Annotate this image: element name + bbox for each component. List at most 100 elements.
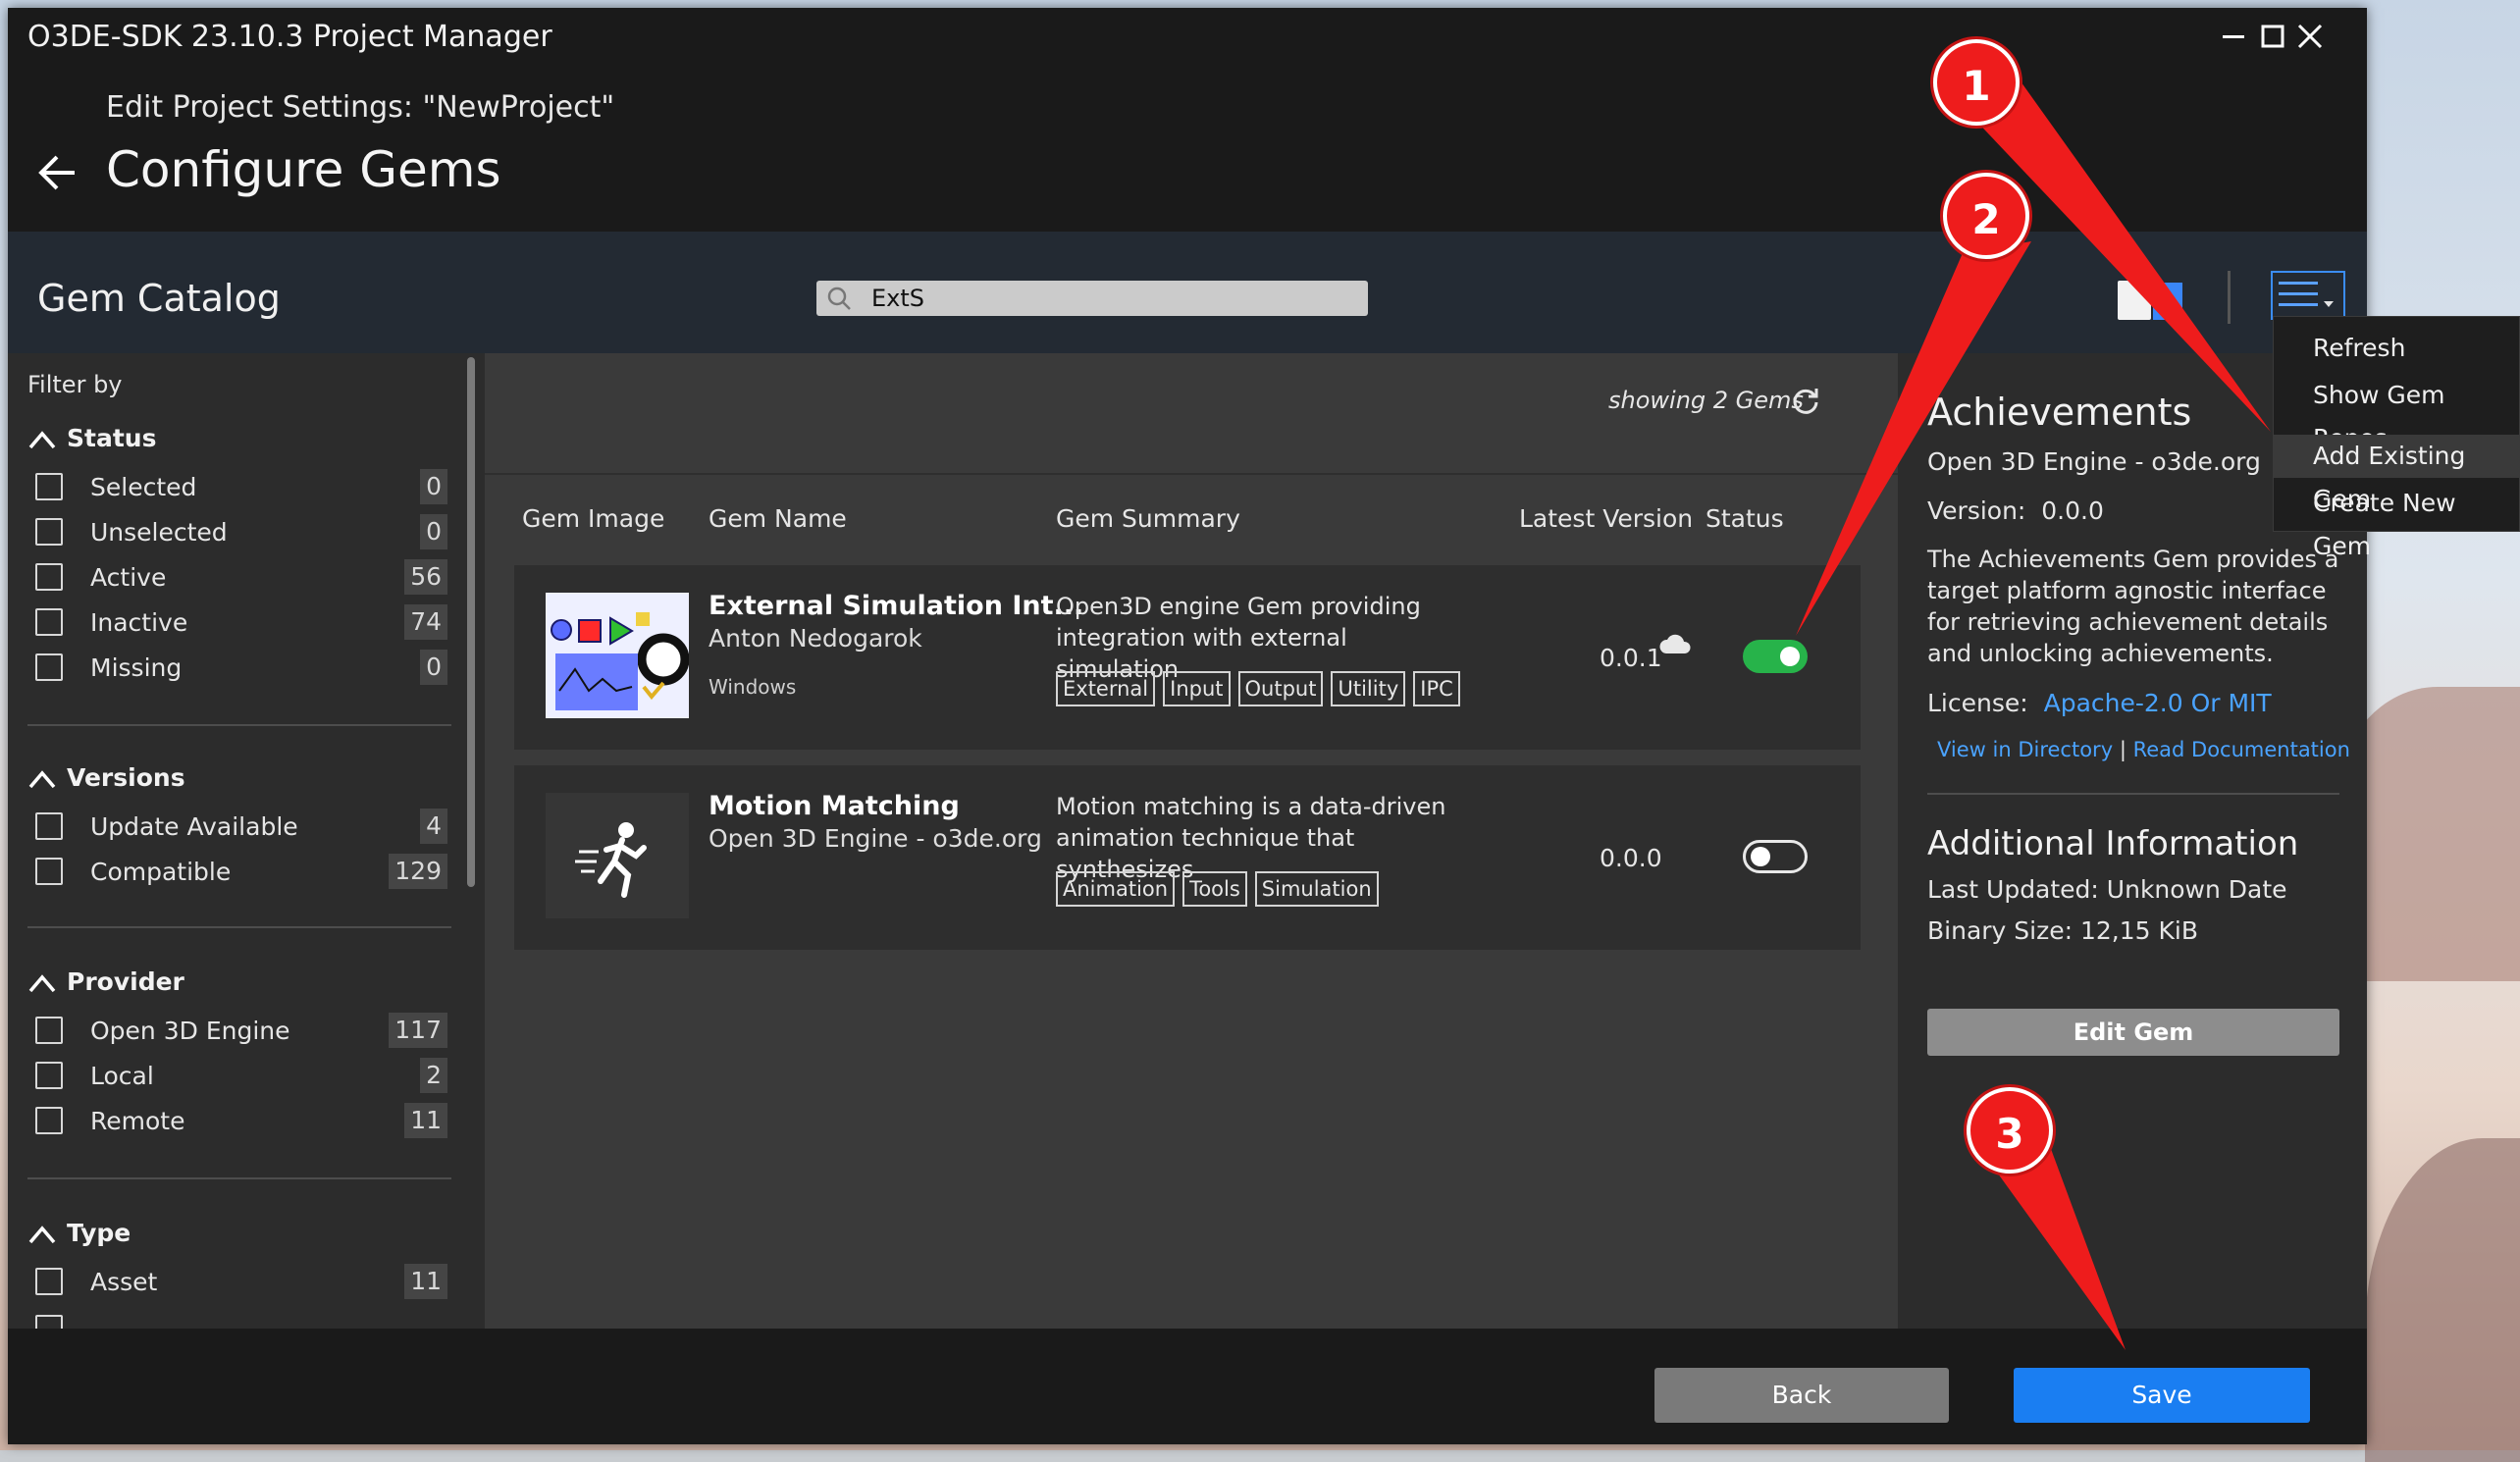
column-gem-summary: Gem Summary — [1056, 504, 1240, 533]
menu-item-refresh[interactable]: Refresh — [2274, 327, 2519, 370]
filter-inactive[interactable]: Inactive 74 — [35, 604, 447, 644]
gem-row-external-simulation[interactable]: External Simulation Int... Anton Nedogar… — [514, 565, 1861, 750]
menu-item-add-existing-gem[interactable]: Add Existing Gem — [2274, 435, 2519, 513]
checkbox[interactable] — [35, 1315, 63, 1329]
filter-divider — [27, 926, 451, 928]
inspector-license: License: Apache-2.0 Or MIT — [1927, 689, 2272, 717]
gem-version: 0.0.1 — [1600, 644, 1662, 672]
checkbox[interactable] — [35, 518, 63, 546]
list-divider — [485, 473, 1898, 475]
tag[interactable]: IPC — [1413, 671, 1460, 706]
annotation-marker-1: 1 — [1933, 39, 2020, 126]
versions-filter-header[interactable]: Versions — [27, 763, 185, 792]
cart-button[interactable]: 0 — [2118, 275, 2196, 324]
gem-enable-toggle[interactable] — [1743, 640, 1808, 673]
tag[interactable]: Output — [1237, 671, 1324, 706]
close-button[interactable] — [2283, 16, 2337, 57]
menu-item-show-gem-repos[interactable]: Show Gem Repos — [2274, 374, 2519, 452]
filter-update-available[interactable]: Update Available 4 — [35, 809, 447, 848]
gem-row-motion-matching[interactable]: Motion Matching Open 3D Engine - o3de.or… — [514, 765, 1861, 950]
gem-image — [546, 593, 690, 718]
gem-name: External Simulation Int... — [709, 591, 1084, 621]
gem-tags: Animation Tools Simulation — [1056, 871, 1379, 907]
filter-divider — [27, 1177, 451, 1179]
annotation-marker-2: 2 — [1943, 173, 2029, 259]
filter-open-3d-engine[interactable]: Open 3D Engine 117 — [35, 1013, 447, 1052]
edit-gem-button[interactable]: Edit Gem — [1927, 1009, 2339, 1056]
filter-row-partial[interactable] — [35, 1311, 447, 1329]
refresh-icon[interactable] — [1790, 385, 1821, 416]
chevron-up-icon — [28, 770, 56, 789]
search-input[interactable]: ExtS — [816, 281, 1368, 316]
inspector-links: View in Directory | Read Documentation — [1937, 738, 2350, 761]
checkbox[interactable] — [35, 563, 63, 591]
cart-count-badge: 0 — [2153, 283, 2182, 320]
filter-asset[interactable]: Asset 11 — [35, 1264, 447, 1303]
checkbox[interactable] — [35, 608, 63, 636]
gem-catalog-bar: Gem Catalog ExtS 0 — [8, 232, 2367, 353]
type-filter-header[interactable]: Type — [27, 1219, 131, 1247]
tag[interactable]: Input — [1163, 671, 1231, 706]
filter-missing[interactable]: Missing 0 — [35, 650, 447, 689]
footer-bar: Back Save — [8, 1329, 2367, 1444]
gem-image — [546, 793, 689, 918]
menu-item-create-new-gem[interactable]: Create New Gem — [2274, 482, 2519, 560]
count-badge: 0 — [420, 514, 447, 549]
tag[interactable]: Tools — [1182, 871, 1247, 907]
page-title: Configure Gems — [106, 141, 501, 198]
last-updated: Last Updated: Unknown Date — [1927, 875, 2287, 904]
inspector-description: The Achievements Gem provides a target p… — [1927, 546, 2339, 667]
checkbox[interactable] — [35, 473, 63, 500]
gem-platform: Windows — [709, 675, 797, 699]
filter-unselected[interactable]: Unselected 0 — [35, 514, 447, 553]
save-button[interactable]: Save — [2014, 1368, 2310, 1423]
filter-by-label: Filter by — [27, 371, 123, 398]
cart-icon — [2118, 281, 2151, 320]
read-documentation-link[interactable]: Read Documentation — [2133, 738, 2350, 761]
back-arrow-button[interactable] — [33, 145, 88, 200]
toggle-knob — [1751, 847, 1770, 866]
filter-local[interactable]: Local 2 — [35, 1058, 447, 1097]
count-badge: 56 — [404, 559, 447, 595]
provider-filter-header[interactable]: Provider — [27, 967, 184, 996]
status-filter-header[interactable]: Status — [27, 424, 156, 452]
back-button[interactable]: Back — [1654, 1368, 1949, 1423]
gem-list-panel: showing 2 Gems Gem Image Gem Name Gem Su… — [485, 353, 1898, 1329]
filter-remote[interactable]: Remote 11 — [35, 1103, 447, 1142]
close-icon — [2297, 24, 2323, 49]
license-link[interactable]: Apache-2.0 Or MIT — [2044, 689, 2272, 717]
checkbox[interactable] — [35, 653, 63, 681]
checkbox[interactable] — [35, 1268, 63, 1295]
column-gem-image: Gem Image — [522, 504, 665, 533]
checkbox[interactable] — [35, 812, 63, 840]
filter-selected[interactable]: Selected 0 — [35, 469, 447, 508]
desktop-dune — [2365, 1138, 2520, 1462]
hamburger-menu-button[interactable] — [2271, 271, 2345, 320]
column-gem-name: Gem Name — [709, 504, 847, 533]
filter-compatible[interactable]: Compatible 129 — [35, 854, 447, 893]
additional-info-title: Additional Information — [1927, 824, 2299, 863]
checkbox[interactable] — [35, 858, 63, 885]
filter-scrollbar[interactable] — [467, 357, 475, 887]
title-bar: O3DE-SDK 23.10.3 Project Manager — [8, 8, 2367, 67]
checkbox[interactable] — [35, 1062, 63, 1089]
gem-enable-toggle[interactable] — [1743, 840, 1808, 873]
catalog-title: Gem Catalog — [37, 277, 281, 320]
checkbox[interactable] — [35, 1017, 63, 1044]
count-badge: 11 — [404, 1264, 447, 1299]
options-dropdown-menu: Refresh Show Gem Repos Add Existing Gem … — [2273, 316, 2520, 560]
annotation-marker-3: 3 — [1967, 1087, 2053, 1174]
filter-divider — [27, 724, 451, 726]
search-icon — [827, 287, 851, 310]
tag[interactable]: External — [1056, 671, 1156, 706]
filter-active[interactable]: Active 56 — [35, 559, 447, 599]
view-in-directory-link[interactable]: View in Directory — [1937, 738, 2113, 761]
tag[interactable]: Simulation — [1254, 871, 1379, 907]
tag[interactable]: Utility — [1331, 671, 1406, 706]
chevron-up-icon — [28, 1226, 56, 1244]
tag[interactable]: Animation — [1056, 871, 1176, 907]
window-title: O3DE-SDK 23.10.3 Project Manager — [27, 20, 552, 54]
count-badge: 4 — [420, 809, 447, 844]
gem-name: Motion Matching — [709, 791, 960, 821]
checkbox[interactable] — [35, 1107, 63, 1134]
